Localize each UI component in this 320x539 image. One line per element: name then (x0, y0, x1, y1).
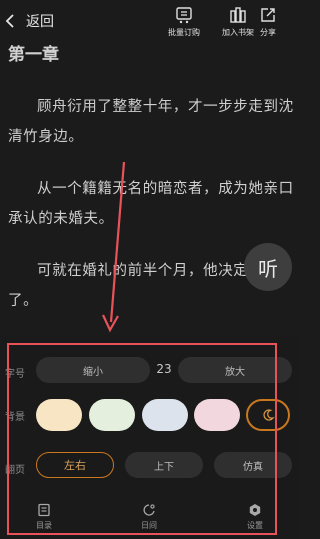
back-label: 返回 (26, 14, 54, 30)
background-label: 背景 (5, 412, 25, 423)
background-swatch-green[interactable] (89, 399, 135, 431)
share-label: 分享 (260, 28, 276, 37)
background-swatch-pink[interactable] (194, 399, 240, 431)
nav-settings-label: 设置 (247, 521, 263, 530)
nav-catalog[interactable]: 目录 (24, 503, 64, 531)
nav-day-mode-label: 日间 (141, 521, 157, 530)
font-size-value: 23 (156, 362, 172, 376)
reader-settings-panel: 字号 缩小 23 放大 背景 翻页 左右 上下 仿真 目录 日间 设置 (0, 335, 300, 539)
page-turn-label: 翻页 (5, 465, 25, 476)
nav-day-mode[interactable]: 日间 (129, 503, 169, 531)
batch-order-icon (176, 7, 192, 24)
font-enlarge-button[interactable]: 放大 (178, 357, 292, 383)
share-button[interactable]: 分享 (259, 6, 277, 38)
chapter-title: 第一章 (8, 45, 59, 65)
batch-order-button[interactable]: 批量订购 (168, 6, 200, 38)
bookshelf-icon (230, 7, 246, 23)
background-swatch-night[interactable] (246, 399, 290, 431)
background-swatch-blue[interactable] (142, 399, 188, 431)
listen-button[interactable]: 听 (244, 243, 292, 291)
font-size-label: 字号 (5, 369, 25, 380)
page-turn-horizontal[interactable]: 左右 (36, 452, 114, 478)
paragraph: 顾舟衍用了整整十年，才一步步走到沈清竹身边。 (8, 99, 294, 145)
batch-order-label: 批量订购 (168, 28, 200, 37)
back-arrow-icon (5, 14, 14, 28)
paragraph: 从一个籍籍无名的暗恋者，成为她亲口承认的未婚夫。 (8, 181, 294, 227)
page-turn-vertical[interactable]: 上下 (125, 452, 203, 478)
back-button[interactable]: 返回 (4, 11, 54, 31)
background-swatch-beige[interactable] (36, 399, 82, 431)
share-icon (261, 8, 275, 22)
top-bar: 返回 批量订购 加入书架 分享 (0, 0, 300, 44)
day-mode-icon (143, 504, 155, 516)
settings-icon (249, 504, 261, 516)
bottom-nav: 目录 日间 设置 (0, 500, 300, 539)
nav-catalog-label: 目录 (36, 521, 52, 530)
add-to-shelf-button[interactable]: 加入书架 (222, 6, 254, 38)
add-to-shelf-label: 加入书架 (222, 28, 254, 37)
nav-settings[interactable]: 设置 (235, 503, 275, 531)
page-turn-simulation[interactable]: 仿真 (214, 452, 292, 478)
font-shrink-button[interactable]: 缩小 (36, 357, 150, 383)
moon-icon (263, 409, 275, 421)
catalog-icon (38, 503, 50, 517)
